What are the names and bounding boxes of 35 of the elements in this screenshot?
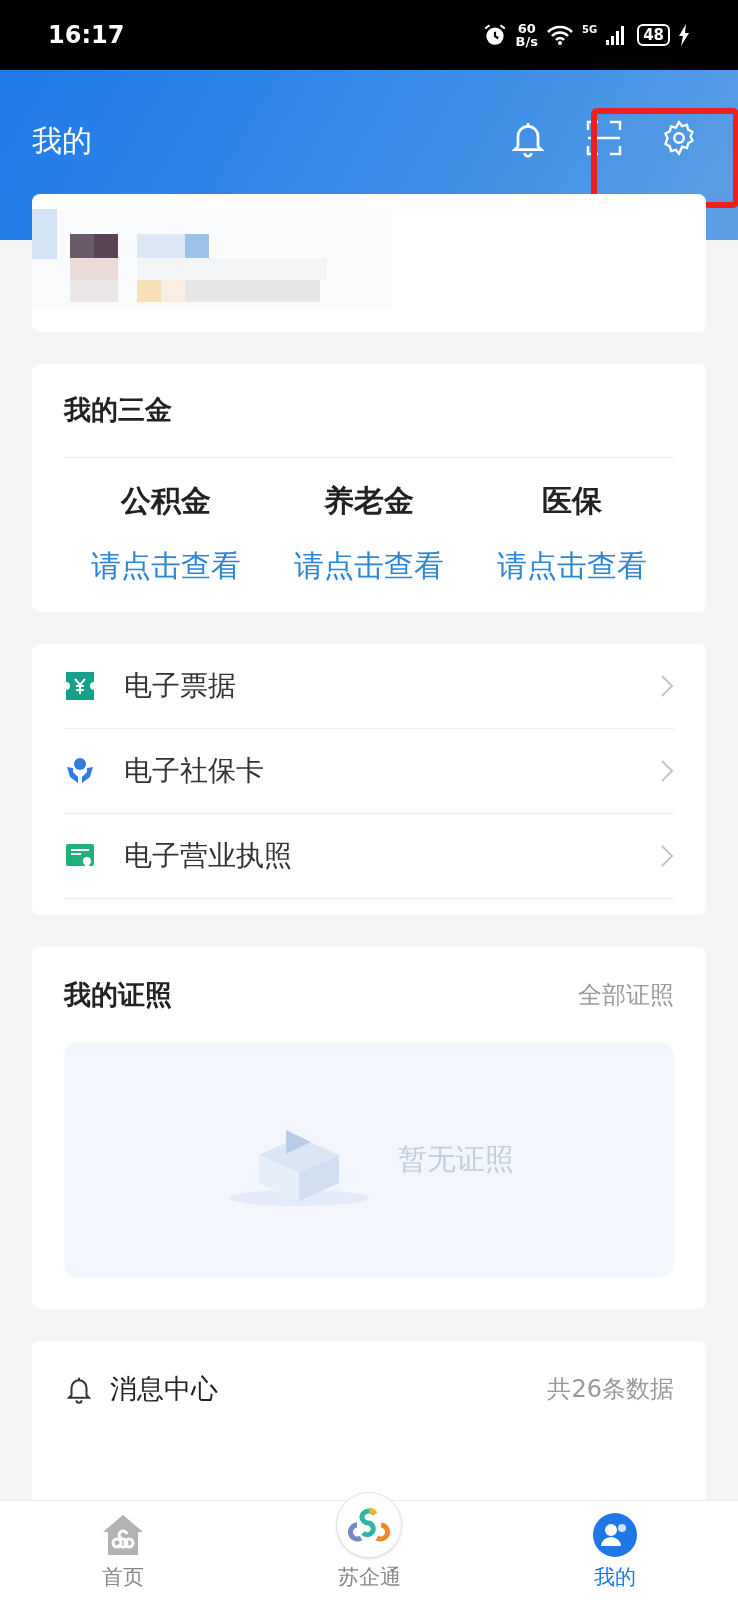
chevron-right-icon [660,759,674,783]
all-licenses-link[interactable]: 全部证照 [578,977,674,1013]
battery-level: 48 [637,23,670,47]
fund-label: 公积金 [120,482,211,520]
people-icon [592,1511,638,1558]
tab-item[interactable]: 我的 [492,1467,738,1600]
section-title: 我的证照 [64,977,172,1012]
service-label: 电子社保卡 [124,753,265,789]
ticket-icon [64,670,96,702]
status-time: 16:17 [48,20,125,51]
charging-icon [678,24,690,46]
net-speed-unit: B/s [515,35,538,48]
service-row[interactable]: 电子票据 [64,644,674,729]
chevron-right-icon [660,844,674,868]
service-row[interactable]: 电子社保卡 [64,729,674,814]
tab-item[interactable]: 首页 [0,1467,246,1600]
message-count: 共26条数据 [547,1374,674,1405]
service-label: 电子营业执照 [124,838,293,874]
fund-label: 医保 [542,482,603,520]
section-title: 我的三金 [64,393,172,428]
net-speed: 60 [517,22,536,35]
view-link[interactable]: 请点击查看 [497,543,648,588]
network-label: 5G [581,22,598,37]
view-link[interactable]: 请点击查看 [294,543,444,588]
fund-label: 养老金 [324,482,414,520]
scan-icon[interactable] [586,120,622,156]
service-row[interactable]: 电子营业执照 [64,814,674,899]
tab-item[interactable]: 苏企通 [246,1467,492,1600]
view-link[interactable]: 请点击查看 [90,543,241,588]
section-title: 消息中心 [110,1371,218,1406]
wifi-icon [545,24,574,46]
signal-icon [605,25,626,45]
chevron-right-icon [660,674,674,698]
page-title: 我的 [32,122,92,160]
service-label: 电子票据 [124,668,237,704]
